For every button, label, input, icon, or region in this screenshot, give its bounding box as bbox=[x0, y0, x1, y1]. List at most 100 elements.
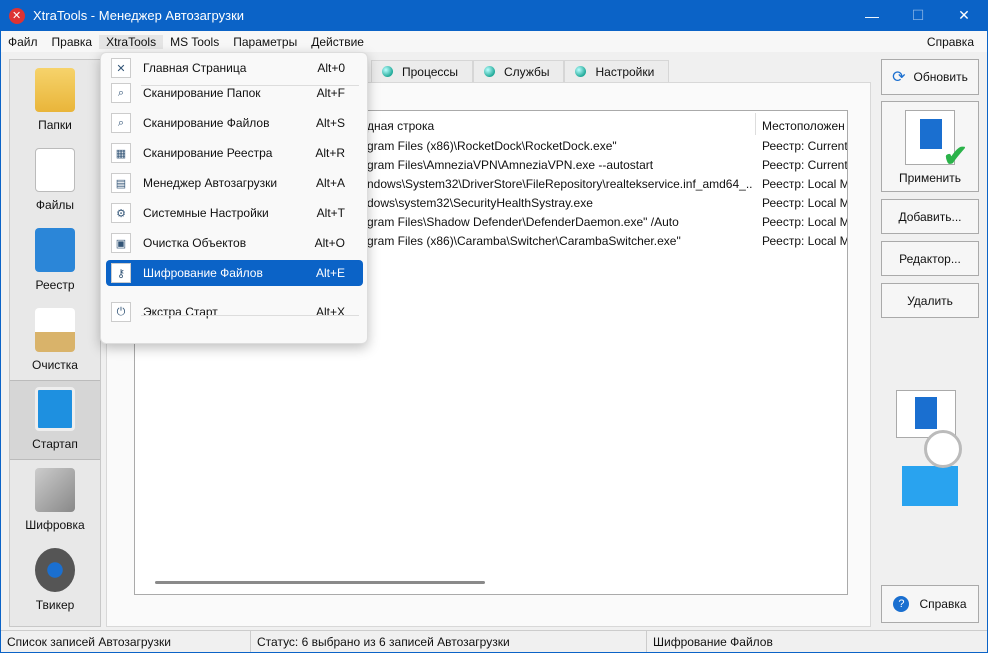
tab-settings[interactable]: Настройки bbox=[564, 60, 670, 82]
scan-registry-icon: ▦ bbox=[111, 143, 131, 163]
tab-services[interactable]: Службы bbox=[473, 60, 565, 82]
table-row-command[interactable]: gram Files (x86)\Caramba\Switcher\Caramb… bbox=[367, 234, 752, 253]
table-row-location[interactable]: Реестр: Current bbox=[762, 158, 847, 177]
table-row-location[interactable]: Реестр: Local M bbox=[762, 196, 847, 215]
refresh-button[interactable]: ⟳ Обновить bbox=[881, 59, 979, 95]
tab-label: Службы bbox=[504, 64, 550, 79]
menu-item-shortcut: Alt+F bbox=[316, 86, 345, 100]
column-header-command[interactable]: дная строка bbox=[367, 115, 434, 137]
menu-item-object-cleanup[interactable]: ▣ Очистка Объектов Alt+O bbox=[106, 230, 363, 256]
menu-item-label: Менеджер Автозагрузки bbox=[143, 176, 278, 190]
maximize-button[interactable]: ☐ bbox=[895, 0, 941, 31]
horizontal-scrollbar[interactable] bbox=[155, 581, 485, 584]
menu-item-label: Очистка Объектов bbox=[143, 236, 247, 250]
menu-item-scan-files[interactable]: ⌕ Сканирование Файлов Alt+S bbox=[106, 110, 363, 136]
refresh-label: Обновить bbox=[913, 70, 968, 84]
table-row-location[interactable]: Реестр: Local M bbox=[762, 215, 847, 234]
menu-item-label: Сканирование Реестра bbox=[143, 146, 273, 160]
sidebar-item-files[interactable]: Файлы bbox=[10, 140, 100, 220]
menu-parameters[interactable]: Параметры bbox=[226, 35, 304, 49]
status-selection: Статус: 6 выбрано из 6 записей Автозагру… bbox=[251, 631, 647, 652]
startup-manager-icon: ▤ bbox=[111, 173, 131, 193]
table-row-location[interactable]: Реестр: Local M bbox=[762, 234, 847, 253]
sidebar-item-startup[interactable]: Стартап bbox=[10, 380, 100, 460]
menu-item-label: Главная Страница bbox=[143, 61, 247, 75]
sidebar-item-cleanup[interactable]: Очистка bbox=[10, 300, 100, 380]
menu-item-label: Сканирование Папок bbox=[143, 86, 261, 100]
help-label: Справка bbox=[919, 597, 967, 611]
sidebar-label: Стартап bbox=[32, 437, 78, 451]
menu-item-startup-manager[interactable]: ▤ Менеджер Автозагрузки Alt+A bbox=[106, 170, 363, 196]
menu-item-shortcut: Alt+E bbox=[315, 266, 345, 280]
minimize-button[interactable]: — bbox=[849, 0, 895, 31]
status-hint: Шифрование Файлов bbox=[653, 634, 773, 649]
sidebar-item-tweaker[interactable]: Твикер bbox=[10, 540, 100, 620]
column-header-location[interactable]: Местоположен bbox=[762, 115, 847, 137]
menu-item-scan-folders[interactable]: ⌕ Сканирование Папок Alt+F bbox=[106, 80, 363, 106]
status-bar: Список записей Автозагрузки Статус: 6 вы… bbox=[1, 630, 987, 652]
editor-button[interactable]: Редактор... bbox=[881, 241, 979, 276]
menu-item-shortcut: Alt+S bbox=[315, 116, 345, 130]
sidebar-item-folders[interactable]: Папки bbox=[10, 60, 100, 140]
menu-help[interactable]: Справка bbox=[920, 35, 981, 49]
menu-item-shortcut: Alt+R bbox=[315, 146, 345, 160]
table-row-location[interactable]: Реестр: Current bbox=[762, 139, 847, 158]
title-bar: XtraTools - Менеджер Автозагрузки — ☐ ✕ bbox=[1, 0, 987, 31]
window-title: XtraTools - Менеджер Автозагрузки bbox=[33, 8, 245, 23]
tab-label: Настройки bbox=[595, 64, 655, 79]
cleanup-icon bbox=[35, 308, 75, 352]
table-row-command[interactable]: gram Files\AmneziaVPN\AmneziaVPN.exe --a… bbox=[367, 158, 752, 177]
menu-xtratools[interactable]: XtraTools bbox=[99, 34, 164, 49]
sidebar: Папки Файлы Реестр Очистка Стартап Шифро… bbox=[9, 59, 101, 627]
tab-processes[interactable]: Процессы bbox=[371, 60, 474, 82]
menu-item-shortcut: Alt+0 bbox=[317, 61, 345, 75]
column-divider bbox=[755, 113, 756, 135]
startup-icon bbox=[35, 387, 75, 431]
table-row-command[interactable]: dows\system32\SecurityHealthSystray.exe bbox=[367, 196, 752, 215]
menu-action[interactable]: Действие bbox=[304, 35, 371, 49]
help-icon: ? bbox=[893, 596, 910, 612]
menu-item-label: Экстра Старт bbox=[143, 305, 218, 319]
table-row-command[interactable]: gram Files (x86)\RocketDock\RocketDock.e… bbox=[367, 139, 752, 158]
table-row-location[interactable]: Реестр: Local M bbox=[762, 177, 847, 196]
menu-item-shortcut: Alt+A bbox=[315, 176, 345, 190]
sidebar-label: Реестр bbox=[35, 278, 75, 292]
menu-item-shortcut: Alt+O bbox=[314, 236, 345, 250]
table-row-command[interactable]: gram Files\Shadow Defender\DefenderDaemo… bbox=[367, 215, 752, 234]
xtratools-dropdown-menu: ✕ Главная Страница Alt+0 ⌕ Сканирование Папо… bbox=[100, 52, 368, 344]
table-row-command[interactable]: ndows\System32\DriverStore\FileRepositor… bbox=[367, 177, 752, 196]
menu-item-extra-start[interactable]: ⏻ Экстра Старт Alt+X bbox=[106, 299, 363, 325]
menu-item-home[interactable]: ✕ Главная Страница Alt+0 bbox=[106, 55, 363, 81]
tab-bar: Процессы Службы Настройки bbox=[371, 60, 670, 82]
menu-edit[interactable]: Правка bbox=[45, 35, 100, 49]
app-window: XtraTools - Менеджер Автозагрузки — ☐ ✕ … bbox=[1, 0, 987, 652]
file-encryption-icon: ⚷ bbox=[111, 263, 131, 283]
menu-separator bbox=[141, 315, 359, 316]
home-icon: ✕ bbox=[111, 58, 131, 78]
add-button[interactable]: Добавить... bbox=[881, 199, 979, 234]
sidebar-label: Твикер bbox=[35, 598, 75, 612]
menu-file[interactable]: Файл bbox=[1, 35, 45, 49]
close-button[interactable]: ✕ bbox=[941, 0, 987, 31]
sidebar-label: Папки bbox=[38, 118, 72, 132]
sidebar-item-encryption[interactable]: Шифровка bbox=[10, 460, 100, 540]
menu-item-label: Сканирование Файлов bbox=[143, 116, 270, 130]
help-button[interactable]: ? Справка bbox=[881, 585, 979, 623]
menu-bar: Файл Правка XtraTools MS Tools Параметры… bbox=[1, 31, 987, 52]
delete-button[interactable]: Удалить bbox=[881, 283, 979, 318]
menu-item-shortcut: Alt+T bbox=[316, 206, 345, 220]
menu-item-shortcut: Alt+X bbox=[315, 305, 345, 319]
sidebar-item-registry[interactable]: Реестр bbox=[10, 220, 100, 300]
keys-icon bbox=[35, 468, 75, 512]
apply-button[interactable]: ✔ Применить bbox=[881, 101, 979, 192]
extra-start-icon: ⏻ bbox=[111, 302, 131, 322]
tab-dot-icon bbox=[382, 66, 393, 77]
object-cleanup-icon: ▣ bbox=[111, 233, 131, 253]
app-logo-icon bbox=[9, 7, 25, 24]
menu-item-scan-registry[interactable]: ▦ Сканирование Реестра Alt+R bbox=[106, 140, 363, 166]
file-search-icon bbox=[35, 148, 75, 192]
menu-ms-tools[interactable]: MS Tools bbox=[163, 35, 226, 49]
menu-item-file-encryption[interactable]: ⚷ Шифрование Файлов Alt+E bbox=[106, 260, 363, 286]
menu-item-system-settings[interactable]: ⚙ Системные Настройки Alt+T bbox=[106, 200, 363, 226]
tab-label: Процессы bbox=[402, 64, 459, 79]
